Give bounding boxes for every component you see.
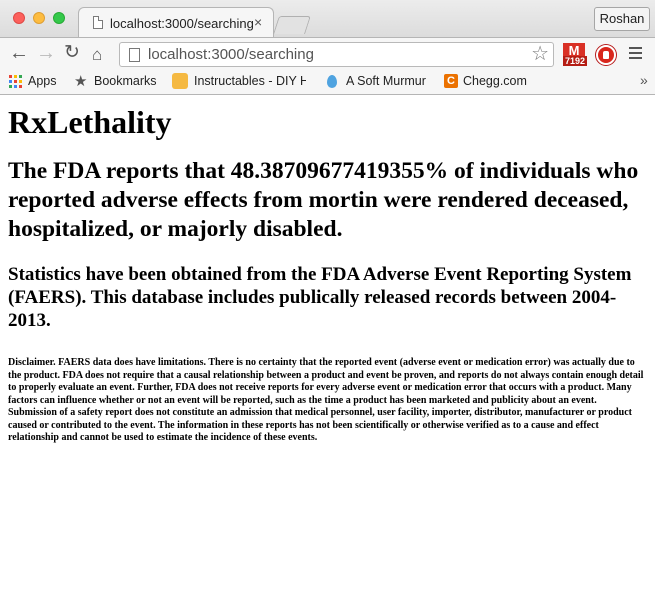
tab-close-icon[interactable]: × — [254, 14, 262, 30]
address-bar-url[interactable]: localhost:3000/searching — [148, 46, 314, 63]
browser-toolbar: ← → ↻ ⌂ localhost:3000/searching ☆ M 719… — [0, 37, 655, 69]
more-bookmarks-chevron-icon[interactable]: » — [640, 72, 648, 88]
gmail-extension-icon[interactable]: M 7192 — [563, 43, 587, 67]
bookmark-star-icon[interactable]: ☆ — [531, 43, 549, 65]
home-icon[interactable]: ⌂ — [92, 44, 102, 66]
close-window-button[interactable] — [13, 12, 25, 24]
page-favicon-icon — [93, 16, 103, 29]
star-icon: ★ — [74, 73, 88, 90]
disclaimer-text: Disclaimer. FAERS data does have limitat… — [8, 357, 644, 443]
back-arrow-icon[interactable]: ← — [9, 42, 29, 64]
reload-icon[interactable]: ↻ — [64, 42, 80, 64]
water-drop-icon — [327, 75, 337, 88]
bookmark-apps[interactable]: Apps — [28, 74, 57, 88]
bookmark-instructables[interactable]: Instructables - DIY H — [194, 74, 306, 88]
window-titlebar: localhost:3000/searching × Roshan — [0, 0, 655, 37]
instructables-icon — [172, 73, 188, 89]
page-viewport: RxLethality The FDA reports that 48.3870… — [0, 96, 655, 611]
bookmark-chegg[interactable]: Chegg.com — [463, 74, 527, 88]
apps-grid-icon — [9, 75, 22, 88]
bookmarks-bar: Apps ★ Bookmarks Instructables - DIY H A… — [0, 69, 655, 95]
page-title: RxLethality — [8, 104, 172, 140]
gmail-unread-count: 7192 — [563, 56, 587, 66]
page-content: RxLethality The FDA reports that 48.3870… — [8, 96, 648, 445]
tab-title: localhost:3000/searching — [110, 16, 254, 31]
chegg-icon: C — [444, 74, 458, 88]
data-source-subheading: Statistics have been obtained from the F… — [8, 264, 632, 331]
bookmark-a-soft-murmur[interactable]: A Soft Murmur — [346, 74, 426, 88]
zoom-window-button[interactable] — [53, 12, 65, 24]
forward-arrow-icon[interactable]: → — [36, 42, 56, 64]
new-tab-button[interactable] — [273, 16, 311, 34]
hamburger-menu-icon[interactable] — [629, 47, 642, 62]
browser-tab-active[interactable]: localhost:3000/searching × — [78, 7, 274, 37]
profile-button[interactable]: Roshan — [594, 7, 650, 31]
adblock-stop-icon[interactable] — [596, 45, 616, 65]
minimize-window-button[interactable] — [33, 12, 45, 24]
bookmark-bookmarks[interactable]: Bookmarks — [94, 74, 157, 88]
address-bar[interactable]: localhost:3000/searching ☆ — [119, 42, 554, 67]
fda-statistic-headline: The FDA reports that 48.38709677419355% … — [8, 158, 639, 242]
page-document-icon — [129, 48, 140, 62]
